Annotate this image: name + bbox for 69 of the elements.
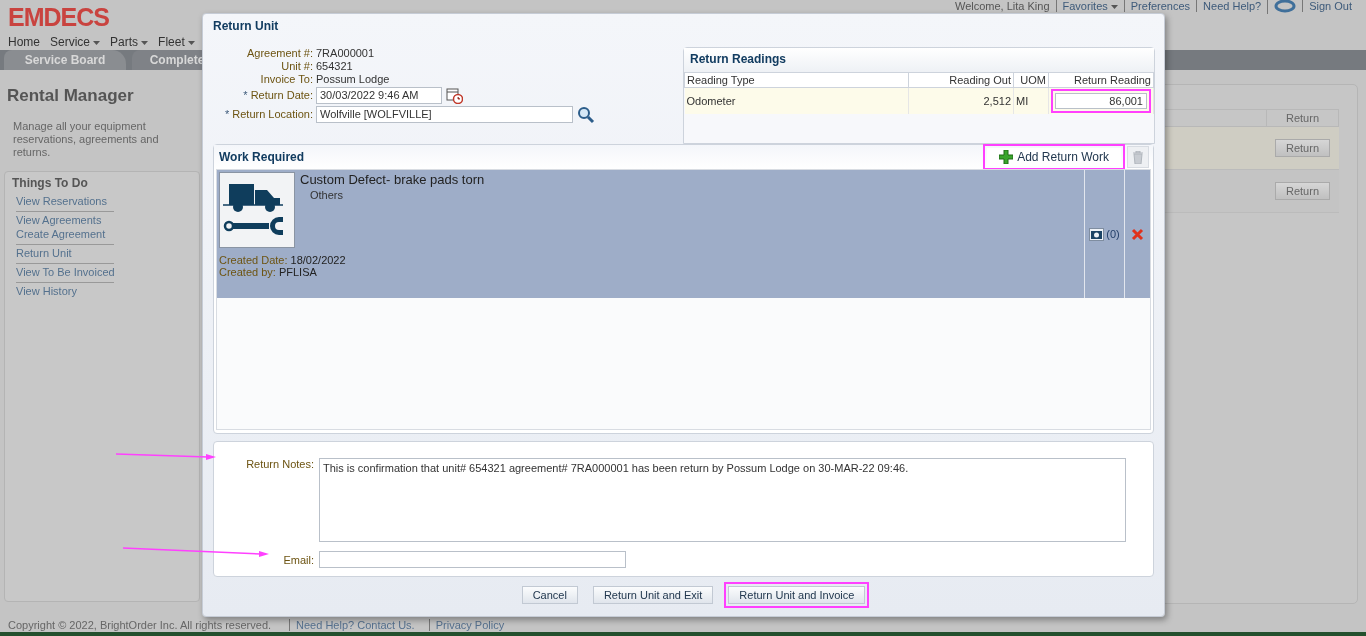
copyright-text: Copyright © 2022, BrightOrder Inc. All rights reserved. — [8, 619, 272, 631]
header-link[interactable]: Need Help? — [1203, 0, 1262, 12]
field-label: Unit #: — [280, 60, 313, 73]
welcome-text: Welcome, Lita King — [954, 0, 1050, 12]
plus-icon — [999, 150, 1014, 164]
column-header: Reading Out — [908, 72, 1014, 88]
header-link[interactable]: Sign Out — [1309, 0, 1352, 12]
field-value: 7RA000001 — [316, 47, 376, 60]
dialog-button[interactable]: Return Unit and Exit — [592, 586, 714, 604]
nav-menu-item[interactable]: Home — [8, 35, 40, 49]
page-title: Rental Manager — [6, 85, 135, 106]
work-item-row[interactable]: Custom Defect- brake pads torn Others Created Date: 18/02/2022 Created by: PFLISA (0) — [217, 170, 1150, 298]
sidebar-link[interactable]: Create Agreement — [16, 228, 114, 240]
sidebar-link[interactable]: View Agreements — [16, 214, 114, 226]
dialog-button[interactable]: Return Unit and Invoice — [728, 586, 866, 604]
nav-menu-item[interactable]: Parts — [110, 35, 149, 49]
camera-icon[interactable] — [1089, 227, 1105, 241]
sidebar-link[interactable]: View To Be Invoiced — [16, 266, 114, 278]
return-reading-field[interactable]: 86,001 — [1055, 93, 1147, 109]
column-header: UOM — [1013, 72, 1049, 88]
location-field[interactable]: Wolfville [WOLFVILLE] — [316, 106, 573, 123]
header-link[interactable]: Preferences — [1130, 0, 1191, 12]
date-field[interactable]: 30/03/2022 9:46 AM — [316, 87, 442, 104]
oracle-logo-icon[interactable] — [1274, 0, 1297, 14]
add-return-work-button[interactable]: Add Return Work — [987, 148, 1121, 166]
dialog-button[interactable]: Cancel — [521, 586, 578, 604]
header-link[interactable]: Favorites — [1062, 0, 1118, 12]
created-date-text: Created Date: 18/02/2022 — [219, 254, 347, 266]
work-item-title: Custom Defect- brake pads torn — [300, 172, 485, 187]
close-icon[interactable] — [1131, 227, 1144, 241]
photo-count: (0) — [1106, 228, 1120, 240]
section-title: Things To Do — [12, 176, 89, 190]
nav-menu-item[interactable]: Fleet — [158, 35, 195, 49]
delete-button[interactable] — [1127, 146, 1149, 168]
field-label: * Return Date: — [242, 89, 313, 102]
field-label: Email: — [282, 553, 314, 566]
sidebar-link[interactable]: View History — [16, 285, 114, 297]
field-label: Return Notes: — [245, 458, 314, 472]
column-header: Return — [1266, 109, 1339, 127]
field-value: Possum Lodge — [316, 73, 391, 86]
nav-menu-item[interactable]: Service — [50, 35, 101, 49]
trash-icon — [1133, 150, 1143, 164]
field-label: Invoice To: — [259, 73, 313, 86]
tab[interactable]: Service Board — [4, 50, 126, 70]
page-description: Manage all your equipment reservations, agreements and returns. — [12, 119, 160, 159]
table-cell: Odometer — [684, 87, 909, 114]
column-header: Return Reading — [1048, 72, 1154, 88]
calendar-clock-icon[interactable] — [446, 87, 463, 104]
truck-wrench-icon — [219, 172, 295, 248]
footer-link[interactable]: Need Help? Contact Us. — [296, 619, 415, 631]
created-by-text: Created by: PFLISA — [219, 266, 318, 278]
return-button[interactable]: Return — [1275, 182, 1330, 200]
work-item-category: Others — [309, 189, 344, 201]
panel-title: Return Readings — [684, 48, 1154, 72]
sidebar-link[interactable]: Return Unit — [16, 247, 114, 259]
dialog-title: Return Unit — [213, 19, 280, 35]
table-cell: 2,512 — [908, 87, 1014, 114]
panel-title: Work Required — [219, 150, 305, 164]
logo: EMDECS — [8, 4, 110, 30]
search-icon[interactable] — [577, 105, 595, 124]
footer-link[interactable]: Privacy Policy — [435, 619, 505, 631]
sidebar-link[interactable]: View Reservations — [16, 195, 114, 207]
email-field[interactable] — [319, 551, 626, 568]
field-label: * Return Location: — [223, 108, 313, 121]
field-value: 654321 — [316, 60, 354, 73]
column-header: Reading Type — [684, 72, 909, 88]
field-label: Agreement #: — [245, 47, 313, 60]
return-notes-field[interactable]: This is confirmation that unit# 654321 agreement# 7RA000001 has been return by Possum Lodge on 30-MAR-22 09:46. — [319, 458, 1126, 542]
return-button[interactable]: Return — [1275, 139, 1330, 157]
